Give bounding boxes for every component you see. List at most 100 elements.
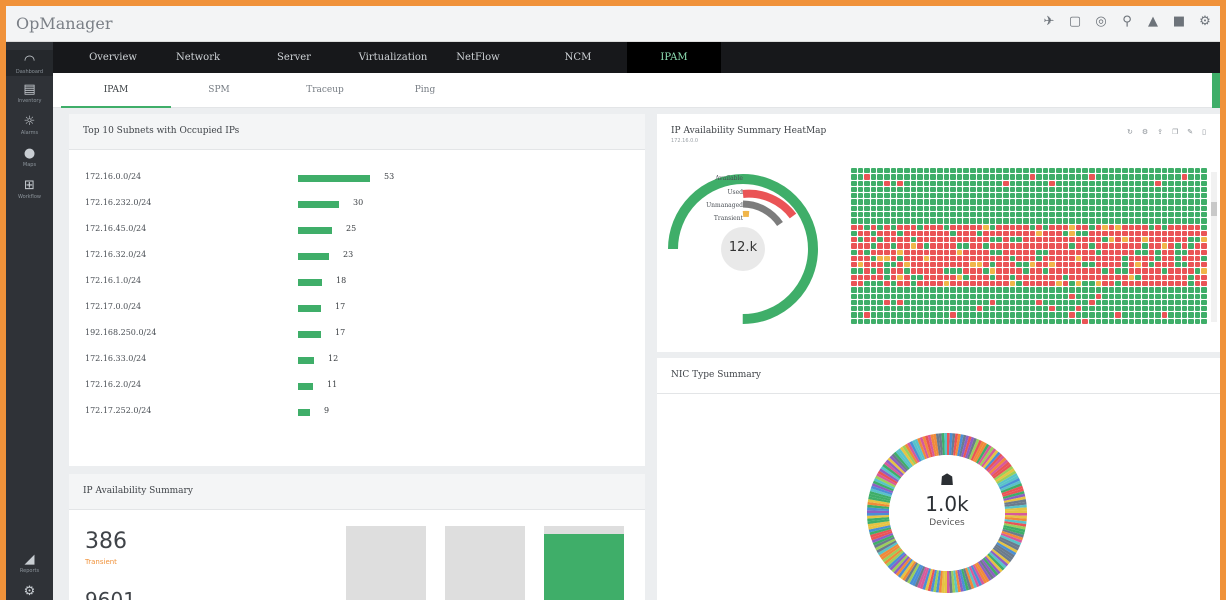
heatmap-cell[interactable]	[1069, 243, 1075, 249]
heatmap-cell[interactable]	[936, 299, 943, 306]
heatmap-cell[interactable]	[1108, 243, 1115, 249]
heatmap-cell[interactable]	[1148, 318, 1155, 324]
heatmap-cell[interactable]	[1181, 293, 1188, 299]
heatmap-cell[interactable]	[1042, 168, 1049, 174]
heatmap-cell[interactable]	[950, 193, 956, 199]
heatmap-cell[interactable]	[903, 306, 910, 312]
heatmap-cell[interactable]	[1115, 224, 1122, 230]
heatmap-cell[interactable]	[1141, 224, 1148, 230]
heatmap-cell[interactable]	[1069, 224, 1075, 230]
heatmap-cell[interactable]	[1082, 274, 1088, 281]
heatmap-cell[interactable]	[1062, 281, 1069, 287]
heatmap-cell[interactable]	[1122, 299, 1128, 306]
heatmap-cell[interactable]	[1168, 205, 1174, 211]
heatmap-cell[interactable]	[996, 205, 1003, 211]
heatmap-cell[interactable]	[877, 174, 884, 180]
heatmap-cell[interactable]	[864, 262, 870, 268]
heatmap-cell[interactable]	[857, 186, 864, 193]
heatmap-cell[interactable]	[1069, 287, 1075, 293]
heatmap-cell[interactable]	[1042, 230, 1049, 237]
heatmap-cell[interactable]	[1181, 268, 1188, 274]
heatmap-cell[interactable]	[1155, 318, 1161, 324]
heatmap-cell[interactable]	[1049, 168, 1055, 174]
heatmap-cell[interactable]	[897, 230, 903, 237]
heatmap-cell[interactable]	[1135, 243, 1141, 249]
heatmap-cell[interactable]	[1174, 243, 1181, 249]
heatmap-cell[interactable]	[1108, 268, 1115, 274]
heatmap-cell[interactable]	[1022, 293, 1029, 299]
heatmap-cell[interactable]	[1016, 174, 1022, 180]
heatmap-cell[interactable]	[1141, 268, 1148, 274]
heatmap-cell[interactable]	[956, 211, 963, 218]
heatmap-cell[interactable]	[1062, 186, 1069, 193]
heatmap-cell[interactable]	[923, 243, 930, 249]
heatmap-cell[interactable]	[1181, 193, 1188, 199]
heatmap-cell[interactable]	[1016, 230, 1022, 237]
heatmap-cell[interactable]	[1089, 262, 1095, 268]
heatmap-cell[interactable]	[851, 237, 857, 243]
heatmap-cell[interactable]	[1075, 224, 1082, 230]
heatmap-cell[interactable]	[1082, 218, 1088, 224]
heatmap-cell[interactable]	[1062, 287, 1069, 293]
heatmap-cell[interactable]	[1022, 174, 1029, 180]
heatmap-cell[interactable]	[950, 180, 956, 186]
heatmap-cell[interactable]	[976, 281, 983, 287]
heatmap-cell[interactable]	[1055, 211, 1062, 218]
heatmap-cell[interactable]	[1003, 186, 1009, 193]
heatmap-cell[interactable]	[1016, 224, 1022, 230]
heatmap-cell[interactable]	[1135, 281, 1141, 287]
heatmap-cell[interactable]	[976, 193, 983, 199]
heatmap-cell[interactable]	[1062, 174, 1069, 180]
heatmap-cell[interactable]	[1009, 262, 1016, 268]
heatmap-cell[interactable]	[976, 274, 983, 281]
heatmap-cell[interactable]	[1194, 180, 1201, 186]
heatmap-cell[interactable]	[1016, 274, 1022, 281]
heatmap-cell[interactable]	[870, 255, 877, 262]
heatmap-cell[interactable]	[1089, 281, 1095, 287]
heatmap-cell[interactable]	[864, 287, 870, 293]
heatmap-cell[interactable]	[1036, 318, 1042, 324]
subnet-row[interactable]: 172.16.0.0/24 53	[69, 172, 645, 186]
heatmap-cell[interactable]	[870, 299, 877, 306]
heatmap-cell[interactable]	[1042, 193, 1049, 199]
rocket-icon[interactable]: ✈	[1042, 14, 1056, 29]
heatmap-cell[interactable]	[1036, 293, 1042, 299]
heatmap-cell[interactable]	[1069, 230, 1075, 237]
heatmap-cell[interactable]	[1029, 293, 1036, 299]
tab-netflow[interactable]: NetFlow	[433, 42, 523, 73]
heatmap-cell[interactable]	[1055, 237, 1062, 243]
heatmap-cell[interactable]	[910, 218, 917, 224]
heatmap-cell[interactable]	[1128, 193, 1135, 199]
heatmap-cell[interactable]	[936, 293, 943, 299]
heatmap-cell[interactable]	[864, 218, 870, 224]
heatmap-cell[interactable]	[1055, 274, 1062, 281]
heatmap-cell[interactable]	[1095, 224, 1102, 230]
heatmap-cell[interactable]	[996, 262, 1003, 268]
heatmap-cell[interactable]	[1201, 243, 1207, 249]
heatmap-cell[interactable]	[1089, 312, 1095, 318]
heatmap-cell[interactable]	[1168, 262, 1174, 268]
heatmap-cell[interactable]	[1095, 249, 1102, 255]
heatmap-cell[interactable]	[890, 299, 897, 306]
heatmap-cell[interactable]	[870, 287, 877, 293]
heatmap-cell[interactable]	[963, 281, 969, 287]
heatmap-cell[interactable]	[1181, 249, 1188, 255]
heatmap-cell[interactable]	[1049, 174, 1055, 180]
heatmap-cell[interactable]	[1069, 255, 1075, 262]
heatmap-cell[interactable]	[1174, 281, 1181, 287]
heatmap-cell[interactable]	[1095, 268, 1102, 274]
heatmap-cell[interactable]	[983, 268, 989, 274]
heatmap-cell[interactable]	[1188, 211, 1194, 218]
heatmap-cell[interactable]	[1022, 237, 1029, 243]
heatmap-cell[interactable]	[936, 174, 943, 180]
heatmap-cell[interactable]	[1128, 281, 1135, 287]
heatmap-cell[interactable]	[1141, 230, 1148, 237]
heatmap-cell[interactable]	[930, 299, 936, 306]
heatmap-cell[interactable]	[1141, 174, 1148, 180]
heatmap-cell[interactable]	[1095, 180, 1102, 186]
heatmap-cell[interactable]	[884, 193, 890, 199]
heatmap-cell[interactable]	[864, 174, 870, 180]
heatmap-cell[interactable]	[989, 193, 996, 199]
heatmap-cell[interactable]	[963, 180, 969, 186]
heatmap-cell[interactable]	[1009, 230, 1016, 237]
